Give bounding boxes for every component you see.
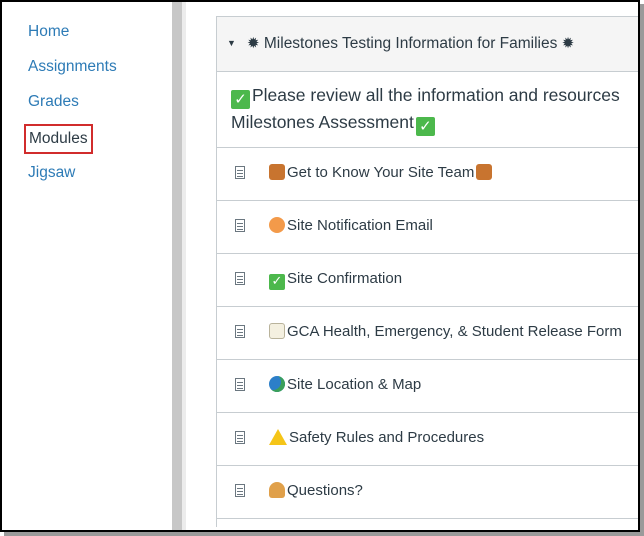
globe-icon: [269, 376, 285, 392]
memo-icon: [269, 323, 285, 339]
page-icon: [235, 325, 245, 338]
sparkle-badge-icon: ✹: [561, 34, 575, 52]
nav-modules-link[interactable]: Modules: [24, 124, 93, 154]
item-label: Site Confirmation: [287, 270, 403, 287]
item-label: Site Notification Email: [287, 217, 433, 234]
nav-grades-link[interactable]: Grades: [28, 92, 79, 112]
item-label: Questions?: [287, 482, 363, 499]
intro-line-1: Please review all the information and re…: [252, 85, 620, 105]
module-items-list: Get to Know Your Site Team Site Notifica…: [217, 148, 638, 519]
intro-line-2: Milestones Assessment: [231, 112, 414, 132]
module-intro: ✓ Please review all the information and r…: [217, 72, 638, 148]
module-item[interactable]: Get to Know Your Site Team: [217, 148, 638, 201]
module-item[interactable]: Questions?: [217, 466, 638, 519]
course-navigation: Home Assignments Grades Modules Jigsaw: [2, 2, 172, 530]
sparkle-badge-icon: ✹: [247, 34, 260, 52]
check-icon: ✓: [231, 90, 250, 109]
module-item[interactable]: ✓ Site Confirmation: [217, 254, 638, 307]
page-icon: [235, 219, 245, 232]
module-item[interactable]: Site Notification Email: [217, 201, 638, 254]
module-item[interactable]: Site Location & Map: [217, 360, 638, 413]
module-header[interactable]: ▼ ✹ Milestones Testing Information for F…: [217, 17, 638, 72]
item-label: Site Location & Map: [287, 376, 422, 393]
people-icon: [269, 164, 285, 180]
frame-shadow-bottom: [4, 532, 644, 536]
page-icon: [235, 484, 245, 497]
warning-icon: [269, 429, 287, 445]
page-icon: [235, 272, 245, 285]
raising-hand-icon: [269, 482, 285, 498]
people-icon: [476, 164, 493, 180]
item-label: GCA Health, Emergency, & Student Release…: [287, 323, 622, 340]
item-label: Safety Rules and Procedures: [289, 429, 485, 446]
page-icon: [235, 431, 245, 444]
frame-shadow-right: [640, 4, 644, 536]
nav-home-link[interactable]: Home: [28, 22, 69, 42]
page-icon: [235, 166, 245, 179]
window-frame: Home Assignments Grades Modules Jigsaw ▼…: [0, 0, 640, 532]
module-item[interactable]: Safety Rules and Procedures: [217, 413, 638, 466]
sidebar-divider-light: [182, 2, 186, 530]
check-icon: ✓: [415, 117, 435, 136]
item-label: Get to Know Your Site Team: [287, 164, 475, 181]
collapse-caret-icon[interactable]: ▼: [227, 38, 236, 48]
module-title: ✹ Milestones Testing Information for Fam…: [247, 34, 575, 52]
module-panel: ▼ ✹ Milestones Testing Information for F…: [216, 16, 638, 527]
nav-jigsaw-link[interactable]: Jigsaw: [28, 163, 75, 183]
peach-icon: [269, 217, 285, 233]
sidebar-divider: [172, 2, 182, 530]
nav-assignments-link[interactable]: Assignments: [28, 57, 117, 77]
check-icon: ✓: [269, 274, 285, 290]
module-item[interactable]: GCA Health, Emergency, & Student Release…: [217, 307, 638, 360]
page-icon: [235, 378, 245, 391]
